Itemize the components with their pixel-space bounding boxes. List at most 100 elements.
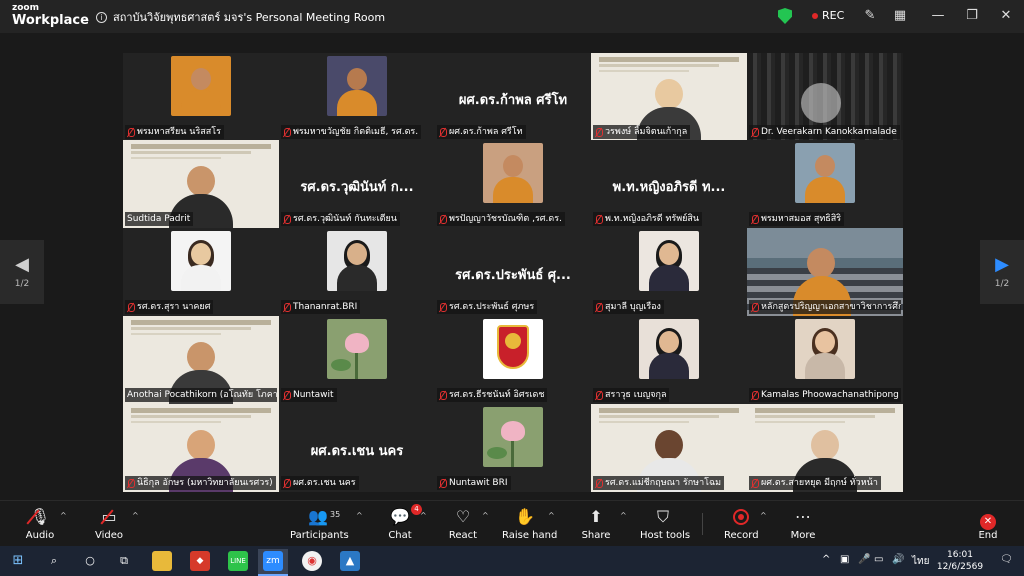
tray-app-icon[interactable]: ▣ xyxy=(840,554,849,565)
search-icon[interactable]: ⌕ xyxy=(44,551,64,571)
title-bar: zoom Workplace i สถาบันวิจัยพุทธศาสตร์ ม… xyxy=(0,0,1024,33)
more-button[interactable]: ⋯ More xyxy=(788,507,818,541)
audio-button[interactable]: 🎙 Audio xyxy=(22,507,58,541)
participant-tile[interactable]: Nuntawit xyxy=(279,316,435,404)
page-indicator-left: 1/2 xyxy=(14,279,30,289)
react-options-chevron-icon[interactable]: ^ xyxy=(482,511,489,520)
participant-name: Kamalas Phoowachanathipong xyxy=(761,390,899,400)
raise-hand-label: Raise hand xyxy=(502,530,558,541)
participant-name: สุมาลี บุญเรือง xyxy=(605,302,661,312)
task-view-icon[interactable]: ⧉ xyxy=(114,551,134,571)
record-button[interactable]: Record xyxy=(724,507,759,541)
meeting-title[interactable]: i สถาบันวิจัยพุทธศาสตร์ มจร's Personal M… xyxy=(96,8,385,26)
participant-tile[interactable]: ผศ.ดร.สายหยุด มีฤกษ์ ทั่วหน้า xyxy=(747,404,903,492)
participant-tile[interactable]: พรปัญญาวัชรบัณฑิต ,รศ.ดร. xyxy=(435,140,591,228)
participant-tile[interactable]: รศ.ดร.วุฒินันท์ ก... รศ.ดร.วุฒินันท์ กัน… xyxy=(279,140,435,228)
audio-label: Audio xyxy=(25,530,55,541)
participant-tile[interactable]: พรมหาสรียน นริสสโร xyxy=(123,53,279,141)
participant-name: Anothai Pocathikorn (อโณทัย โภคาธิกรณ์) xyxy=(127,390,277,400)
chat-button[interactable]: 💬 4 Chat xyxy=(386,504,422,541)
participant-tile[interactable]: รศ.ดร.แม่ชีกฤษณา รักษาโฉม xyxy=(591,404,747,492)
anydesk-icon[interactable]: ◆ xyxy=(190,551,210,571)
university-emblem-image xyxy=(483,319,543,379)
record-options-chevron-icon[interactable]: ^ xyxy=(760,511,767,520)
participant-name-label: Kamalas Phoowachanathipong xyxy=(749,388,901,402)
participant-name: ผศ.ดร.ก้าพล ศรีโท xyxy=(449,127,523,137)
participant-avatar xyxy=(639,319,699,379)
tray-expand-chevron-icon[interactable]: ^ xyxy=(822,554,830,565)
restore-icon[interactable]: ❐ xyxy=(962,6,982,26)
participant-name-label: สุมาลี บุญเรือง xyxy=(593,300,664,314)
participant-tile[interactable]: สราวุธ เบญจกุล xyxy=(591,316,747,404)
chat-options-chevron-icon[interactable]: ^ xyxy=(420,511,427,520)
cortana-icon[interactable]: ○ xyxy=(80,551,100,571)
participant-tile[interactable]: พรมหาสมอส สุทธิสิริ xyxy=(747,140,903,228)
network-icon[interactable]: ▭ xyxy=(874,554,883,565)
zoom-window: zoom Workplace i สถาบันวิจัยพุทธศาสตร์ ม… xyxy=(0,0,1024,576)
minimize-icon[interactable]: — xyxy=(928,6,948,26)
participant-tile[interactable]: หลักสูตรปริญญาเอกสาขาวิชาการศึกษาพระพุทธ… xyxy=(747,228,903,316)
participant-name: รศ.ดร.ประพันธ์ ศุภษร xyxy=(449,302,535,312)
participant-name: Thananrat.BRI xyxy=(293,302,358,312)
muted-mic-icon xyxy=(439,127,447,137)
share-options-chevron-icon[interactable]: ^ xyxy=(620,511,627,520)
participant-tile[interactable]: สุมาลี บุญเรือง xyxy=(591,228,747,316)
notification-icon[interactable]: 🗨 xyxy=(1000,554,1013,565)
participant-tile[interactable]: รศ.ดร.ธีรชนันท์ อิศรเดช xyxy=(435,316,591,404)
share-screen-icon: ⬆ xyxy=(589,507,603,526)
react-button[interactable]: ♡ React xyxy=(448,507,478,541)
info-icon[interactable]: i xyxy=(96,11,107,23)
audio-options-chevron-icon[interactable]: ^ xyxy=(60,511,67,520)
participant-tile[interactable]: วรพงษ์ ลิ้มจิตนเก้ากุล xyxy=(591,53,747,141)
participant-tile[interactable]: Dr. Veerakarn Kanokkamalade xyxy=(747,53,903,141)
photos-app-icon[interactable]: ▲ xyxy=(340,551,360,571)
encryption-shield-icon[interactable] xyxy=(778,8,792,24)
participant-name-label: รศ.ดร.ประพันธ์ ศุภษร xyxy=(437,300,538,314)
windows-start-icon[interactable]: ⊞ xyxy=(8,551,28,571)
participant-tile[interactable]: นิธิกุล อักษร (มหาวิทยาลัยนเรศวร) xyxy=(123,404,279,492)
participant-avatar xyxy=(327,56,387,116)
volume-icon[interactable]: 🔊 xyxy=(892,554,904,565)
muted-mic-icon xyxy=(751,127,759,137)
end-meeting-button[interactable]: ✕ End xyxy=(974,507,1002,541)
recording-indicator[interactable]: REC xyxy=(812,9,844,22)
participant-tile[interactable]: รศ.ดร.ประพันธ์ ศุ... รศ.ดร.ประพันธ์ ศุภษ… xyxy=(435,228,591,316)
muted-mic-icon xyxy=(751,214,759,224)
page-prev-button[interactable]: ◀ 1/2 xyxy=(0,240,44,304)
participant-tile[interactable]: ผศ.ดร.ก้าพล ศรีโท ผศ.ดร.ก้าพล ศรีโท xyxy=(435,53,591,141)
chrome-icon[interactable]: ◉ xyxy=(302,551,322,571)
microphone-tray-icon[interactable]: 🎤 xyxy=(858,554,870,565)
participant-tile[interactable]: ผศ.ดร.เชน นคร ผศ.ดร.เชน นคร xyxy=(279,404,435,492)
zoom-app-icon[interactable]: zm xyxy=(263,551,283,571)
share-button[interactable]: ⬆ Share xyxy=(580,507,612,541)
participants-button[interactable]: 👥 35 Participants xyxy=(290,507,349,541)
participant-name-label: หลักสูตรปริญญาเอกสาขาวิชาการศึกษาพระพุทธ… xyxy=(749,300,901,314)
participant-tile[interactable]: Kamalas Phoowachanathipong xyxy=(747,316,903,404)
participant-tile[interactable]: Thananrat.BRI xyxy=(279,228,435,316)
input-language[interactable]: ไทย xyxy=(912,554,929,569)
muted-mic-icon xyxy=(439,390,447,400)
muted-mic-icon xyxy=(127,302,135,312)
participant-name-display: ผศ.ดร.เชน นคร xyxy=(310,444,404,459)
close-icon[interactable]: ✕ xyxy=(996,6,1016,26)
raise-hand-button[interactable]: ✋ Raise hand xyxy=(502,507,558,541)
participant-tile[interactable]: Anothai Pocathikorn (อโณทัย โภคาธิกรณ์) xyxy=(123,316,279,404)
participant-tile[interactable]: Sudtida Padrit xyxy=(123,140,279,228)
participant-tile[interactable]: พรมหาขวัญชัย กิตติเมธี, รศ.ดร. xyxy=(279,53,435,141)
participant-tile[interactable]: พ.ท.หญิงอภิรดี ท... พ.ท.หญิงอภิรดี ทรัพย… xyxy=(591,140,747,228)
participant-tile[interactable]: รศ.ดร.สุรา นาคยศ xyxy=(123,228,279,316)
participant-tile[interactable]: Nuntawit BRI xyxy=(435,404,591,492)
video-label: Video xyxy=(94,530,124,541)
page-next-button[interactable]: ▶ 1/2 xyxy=(980,240,1024,304)
video-button[interactable]: ▭ Video xyxy=(92,507,126,541)
line-app-icon[interactable]: LINE xyxy=(228,551,248,571)
participants-options-chevron-icon[interactable]: ^ xyxy=(356,511,363,520)
system-clock[interactable]: 16:01 12/6/2569 xyxy=(936,549,984,573)
annotate-pen-icon[interactable]: ✎ xyxy=(860,6,880,26)
file-explorer-icon[interactable] xyxy=(152,551,172,571)
host-tools-button[interactable]: ⛉ Host tools xyxy=(640,507,690,541)
participant-name-label: Anothai Pocathikorn (อโณทัย โภคาธิกรณ์) xyxy=(125,388,277,402)
raise-hand-options-chevron-icon[interactable]: ^ xyxy=(548,511,555,520)
gallery-view-icon[interactable]: ▦ xyxy=(890,6,910,26)
video-options-chevron-icon[interactable]: ^ xyxy=(132,511,139,520)
